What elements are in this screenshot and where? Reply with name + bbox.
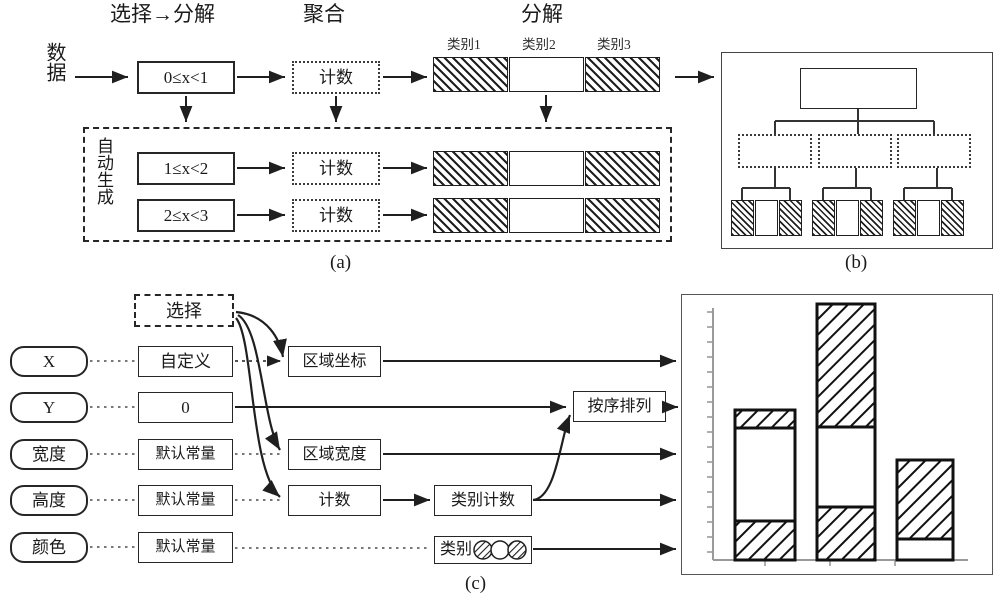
tree-leaf-bar-1-2 bbox=[755, 200, 778, 236]
channel-x[interactable]: X bbox=[10, 346, 88, 377]
category-swatch-2 bbox=[490, 540, 510, 560]
tree-mid-node-2[interactable] bbox=[818, 134, 892, 168]
tree-leaf-bar-1-1 bbox=[731, 200, 754, 236]
aggregate-box-row-2[interactable]: 计数 bbox=[292, 152, 380, 185]
tree-leaf-bar-1-3 bbox=[779, 200, 802, 236]
filter-box-row-3[interactable]: 2≤x<3 bbox=[137, 199, 235, 232]
stage-label-decompose: 分解 bbox=[521, 2, 563, 26]
panel-c-curved-arrows bbox=[235, 310, 572, 502]
mapping-color[interactable]: 默认常量 bbox=[138, 532, 233, 563]
chart-frame bbox=[681, 294, 993, 575]
data-source-label: 数据 bbox=[43, 42, 65, 82]
mapping-width[interactable]: 默认常量 bbox=[138, 439, 233, 470]
channel-height[interactable]: 高度 bbox=[10, 485, 88, 516]
tree-leaf-bar-2-2 bbox=[836, 200, 859, 236]
op-count[interactable]: 计数 bbox=[288, 485, 381, 516]
category-block-1-row-1 bbox=[433, 57, 508, 92]
channel-color[interactable]: 颜色 bbox=[10, 532, 88, 563]
aggregate-box-row-3[interactable]: 计数 bbox=[292, 199, 380, 232]
op-region-coord[interactable]: 区域坐标 bbox=[288, 346, 381, 377]
tree-leaf-bar-3-1 bbox=[893, 200, 916, 236]
stage-label-aggregate: 聚合 bbox=[303, 2, 345, 26]
category-block-2-row-3 bbox=[509, 198, 584, 233]
caption-b: (b) bbox=[845, 252, 868, 273]
category-swatch-1 bbox=[473, 540, 493, 560]
op-region-width[interactable]: 区域宽度 bbox=[288, 439, 381, 470]
category-block-1-row-3 bbox=[433, 198, 508, 233]
tree-root-node[interactable] bbox=[800, 68, 917, 109]
category-swatch-group bbox=[473, 540, 527, 560]
op-sort-order[interactable]: 按序排列 bbox=[573, 391, 666, 422]
op-category-label: 类别 bbox=[440, 541, 473, 558]
op-category-count[interactable]: 类别计数 bbox=[434, 485, 532, 516]
tree-leaf-bar-3-2 bbox=[917, 200, 940, 236]
channel-y[interactable]: Y bbox=[10, 392, 88, 423]
filter-box-row-1[interactable]: 0≤x<1 bbox=[137, 61, 235, 94]
tree-mid-node-1[interactable] bbox=[738, 134, 812, 168]
stage-label-select-decompose: 选择→分解 bbox=[110, 2, 215, 26]
mapping-y[interactable]: 0 bbox=[138, 392, 233, 423]
caption-a: (a) bbox=[330, 252, 352, 273]
channel-width[interactable]: 宽度 bbox=[10, 439, 88, 470]
select-node[interactable]: 选择 bbox=[134, 294, 234, 327]
caption-c: (c) bbox=[465, 573, 487, 594]
tree-mid-node-3[interactable] bbox=[897, 134, 971, 168]
category-block-3-row-3 bbox=[585, 198, 660, 233]
mapping-height[interactable]: 默认常量 bbox=[138, 485, 233, 516]
category-block-3-row-1 bbox=[585, 57, 660, 92]
tree-leaf-bar-3-3 bbox=[941, 200, 964, 236]
category-label-2: 类别2 bbox=[522, 37, 556, 52]
tree-leaf-bar-2-1 bbox=[812, 200, 835, 236]
op-category[interactable]: 类别 bbox=[434, 536, 532, 564]
aggregate-box-row-1[interactable]: 计数 bbox=[292, 61, 380, 94]
category-swatch-3 bbox=[507, 540, 527, 560]
category-label-3: 类别3 bbox=[597, 37, 631, 52]
category-block-3-row-2 bbox=[585, 151, 660, 186]
category-label-1: 类别1 bbox=[447, 37, 481, 52]
mapping-x[interactable]: 自定义 bbox=[138, 346, 233, 377]
category-block-2-row-2 bbox=[509, 151, 584, 186]
category-block-1-row-2 bbox=[433, 151, 508, 186]
category-block-2-row-1 bbox=[509, 57, 584, 92]
auto-generate-label: 自动生成 bbox=[94, 137, 113, 205]
filter-box-row-2[interactable]: 1≤x<2 bbox=[137, 152, 235, 185]
tree-leaf-bar-2-3 bbox=[860, 200, 883, 236]
